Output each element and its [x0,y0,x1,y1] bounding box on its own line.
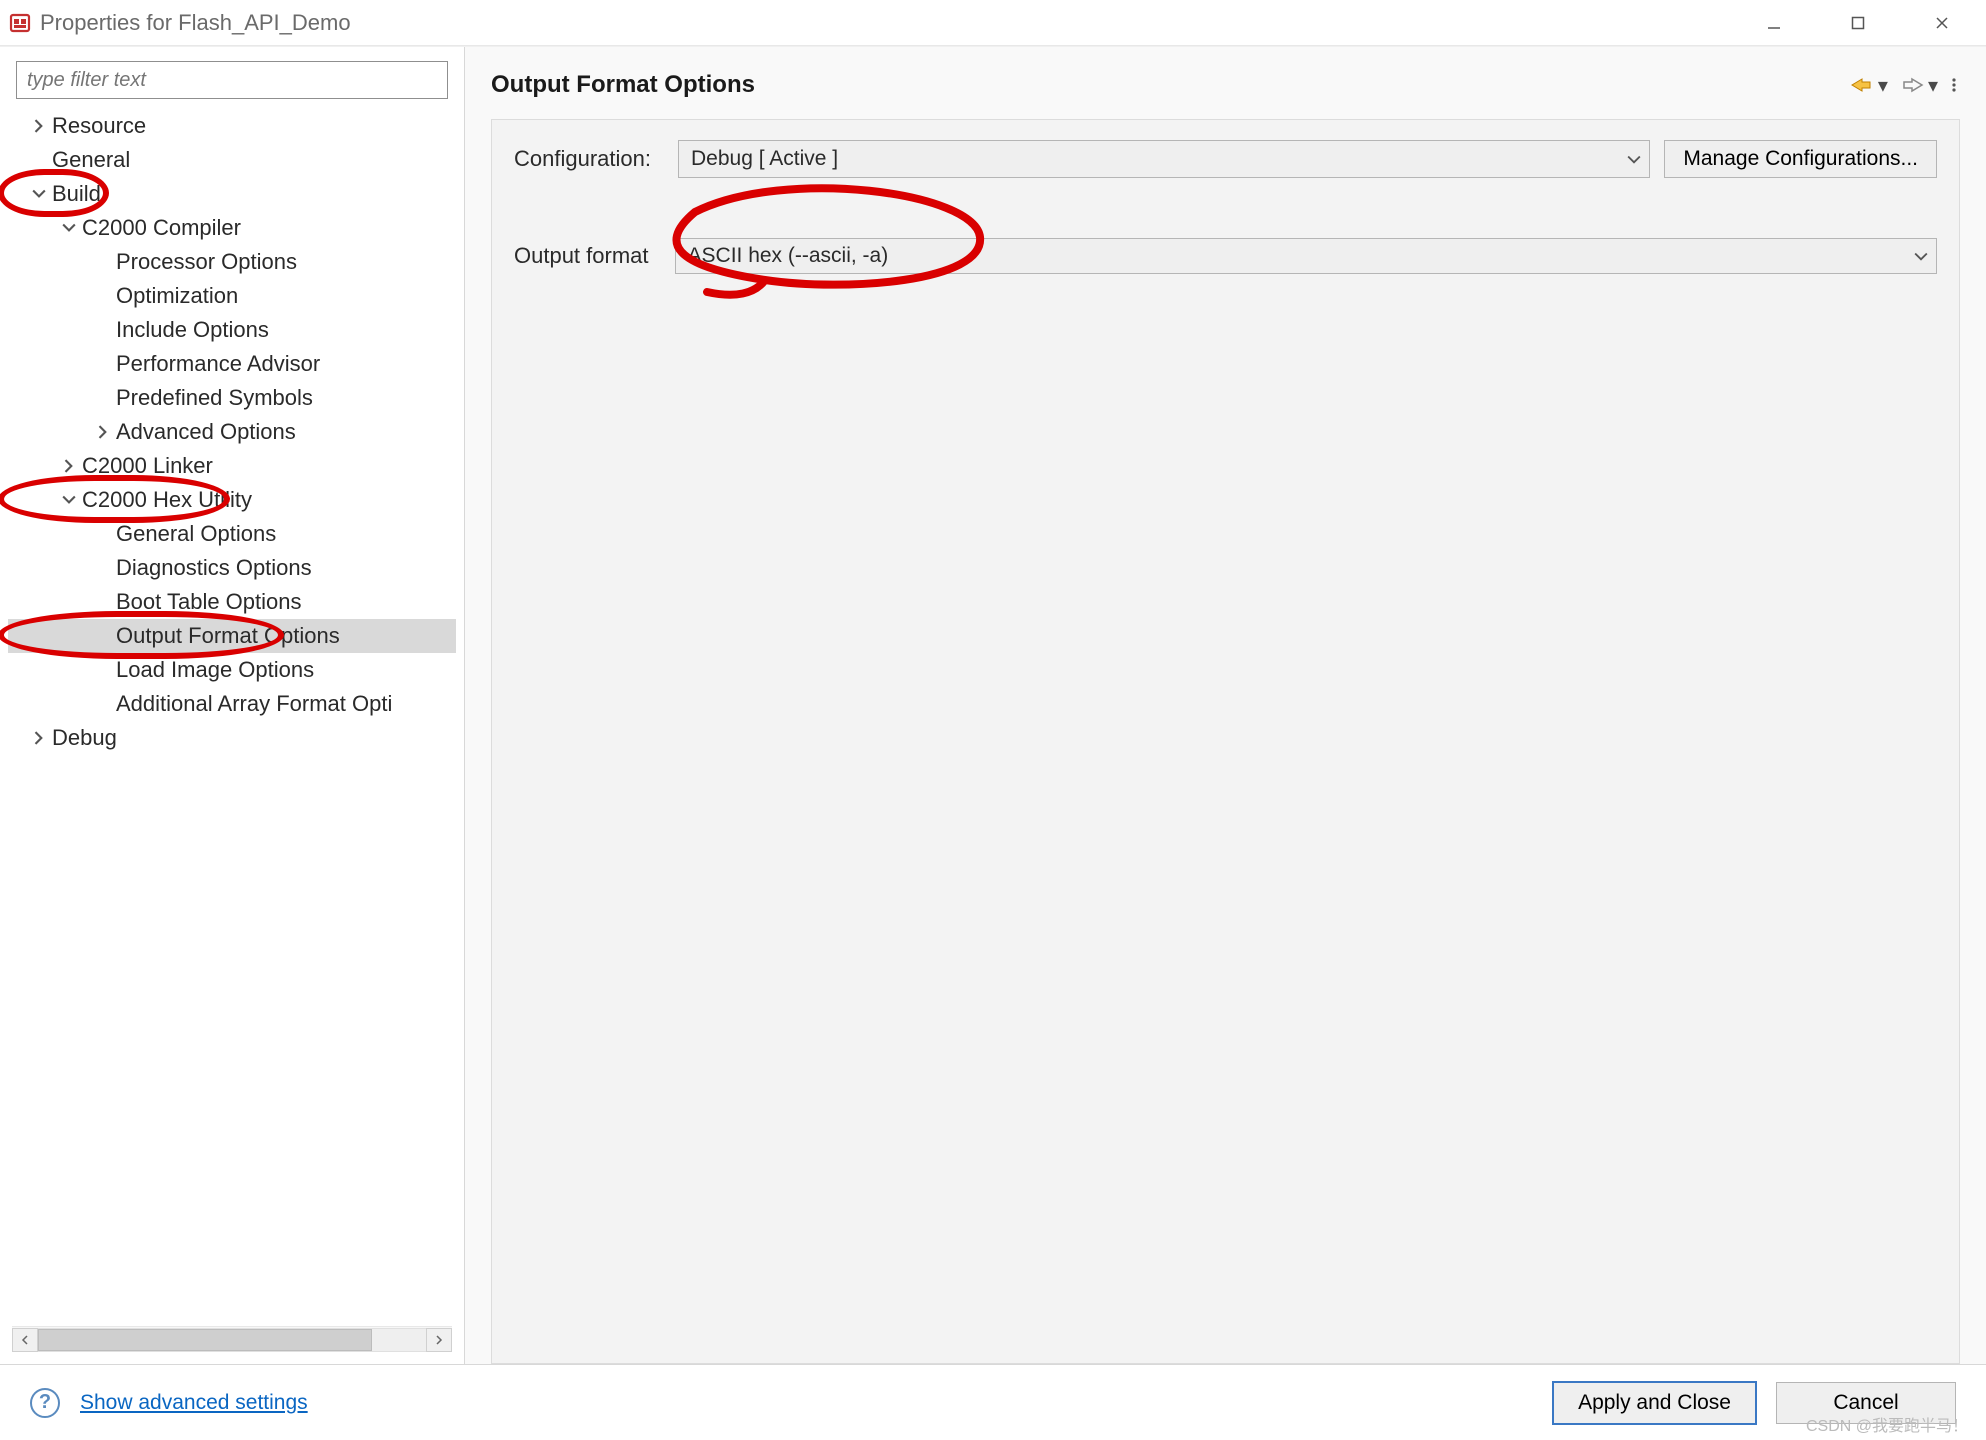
close-button[interactable] [1930,11,1954,35]
tree-item-build[interactable]: Build [8,177,456,211]
scroll-right-button[interactable] [426,1328,452,1352]
tree-item-output-format-opts[interactable]: Output Format Options [8,619,456,653]
tree-item-label: C2000 Linker [82,453,213,479]
tree-item-label: Predefined Symbols [116,385,313,411]
main-split: Resource General Build C2000 Compiler Proces… [0,46,1986,1364]
tree-horizontal-scrollbar[interactable] [12,1326,452,1352]
tree-item-label: Optimization [116,283,238,309]
back-button[interactable]: ▾ [1848,73,1888,98]
configuration-label: Configuration: [514,146,664,172]
tree-item-resource[interactable]: Resource [8,109,456,143]
tree-item-advanced-options[interactable]: Advanced Options [8,415,456,449]
show-advanced-settings-link[interactable]: Show advanced settings [80,1391,308,1415]
window-title: Properties for Flash_API_Demo [40,10,1762,36]
window-controls [1762,11,1982,35]
properties-tree: Resource General Build C2000 Compiler Proces… [0,109,464,1326]
view-menu-button[interactable] [1948,77,1960,93]
chevron-right-icon[interactable] [58,455,80,477]
tree-item-label: Include Options [116,317,269,343]
filter-input[interactable] [16,61,448,99]
chevron-down-icon [1627,147,1641,171]
page-title: Output Format Options [491,71,1848,99]
output-format-row: Output format ASCII hex (--ascii, -a) [514,238,1937,274]
tree-item-c2000-compiler[interactable]: C2000 Compiler [8,211,456,245]
left-panel: Resource General Build C2000 Compiler Proces… [0,47,465,1364]
tree-item-label: General [52,147,130,173]
right-panel: Output Format Options ▾ ▾ [465,47,1986,1364]
configuration-combo[interactable]: Debug [ Active ] [678,140,1650,178]
tree-item-c2000-linker[interactable]: C2000 Linker [8,449,456,483]
tree-item-include-options[interactable]: Include Options [8,313,456,347]
forward-button[interactable]: ▾ [1898,73,1938,98]
tree-item-label: Output Format Options [116,623,340,649]
right-panel-header: Output Format Options ▾ ▾ [465,47,1986,119]
tree-item-label: General Options [116,521,276,547]
tree-item-optimization[interactable]: Optimization [8,279,456,313]
tree-item-label: Build [52,181,101,207]
chevron-down-icon[interactable] [58,489,80,511]
scrollbar-thumb[interactable] [38,1329,372,1351]
tree-item-label: Processor Options [116,249,297,275]
configuration-value: Debug [ Active ] [691,147,838,171]
tree-item-label: Debug [52,725,117,751]
title-bar: Properties for Flash_API_Demo [0,0,1986,46]
watermark: CSDN @我要跑半马！ [1806,1412,1968,1436]
maximize-button[interactable] [1846,11,1870,35]
tree-item-label: Performance Advisor [116,351,320,377]
tree-item-predefined-symbols[interactable]: Predefined Symbols [8,381,456,415]
chevron-down-icon[interactable] [58,217,80,239]
chevron-right-icon[interactable] [92,421,114,443]
tree-item-diagnostics-options[interactable]: Diagnostics Options [8,551,456,585]
tree-item-label: Load Image Options [116,657,314,683]
minimize-button[interactable] [1762,11,1786,35]
configuration-row: Configuration: Debug [ Active ] Manage C… [514,140,1937,178]
tree-item-general-options[interactable]: General Options [8,517,456,551]
chevron-right-icon[interactable] [28,115,50,137]
tree-item-c2000-hex-utility[interactable]: C2000 Hex Utility [8,483,456,517]
tree-item-label: Diagnostics Options [116,555,312,581]
scrollbar-track[interactable] [38,1328,426,1352]
tree-item-label: Resource [52,113,146,139]
bottom-bar: ? Show advanced settings Apply and Close… [0,1364,1986,1440]
output-format-label: Output format [514,243,649,269]
right-panel-body: Configuration: Debug [ Active ] Manage C… [491,119,1960,1364]
app-icon [8,11,32,35]
help-icon[interactable]: ? [30,1388,60,1418]
tree-item-debug[interactable]: Debug [8,721,456,755]
tree-item-label: Advanced Options [116,419,296,445]
tree-item-label: C2000 Compiler [82,215,241,241]
output-format-combo[interactable]: ASCII hex (--ascii, -a) [675,238,1937,274]
scroll-left-button[interactable] [12,1328,38,1352]
output-format-value: ASCII hex (--ascii, -a) [688,244,889,268]
tree-item-additional-array[interactable]: Additional Array Format Opti [8,687,456,721]
tree-item-performance-advisor[interactable]: Performance Advisor [8,347,456,381]
tree-item-load-image-options[interactable]: Load Image Options [8,653,456,687]
tree-item-label: Additional Array Format Opti [116,691,392,717]
tree-item-label: C2000 Hex Utility [82,487,252,513]
apply-and-close-button[interactable]: Apply and Close [1553,1382,1756,1424]
tree-item-label: Boot Table Options [116,589,302,615]
manage-configurations-button[interactable]: Manage Configurations... [1664,140,1937,178]
tree-item-general[interactable]: General [8,143,456,177]
chevron-down-icon[interactable] [28,183,50,205]
tree-item-boot-table-options[interactable]: Boot Table Options [8,585,456,619]
tree-item-processor-options[interactable]: Processor Options [8,245,456,279]
chevron-down-icon [1914,244,1928,268]
chevron-right-icon[interactable] [28,727,50,749]
